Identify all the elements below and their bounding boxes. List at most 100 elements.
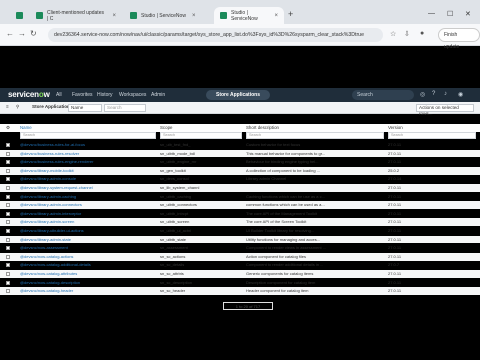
row-name-link[interactable]: @devsnc/library-admin-screen (20, 218, 156, 226)
table-row[interactable]: @devsnc/business-rules-engine-renderer sn… (0, 158, 480, 166)
table-row[interactable]: @devsnc/library-admin-console sn_devs_con… (0, 175, 480, 183)
pagination[interactable]: 1 to 20 of 717 (223, 302, 273, 310)
row-name-link[interactable]: @devsnc/business-rules-resolver (20, 150, 156, 158)
hamburger-icon[interactable]: ≡ (6, 104, 9, 109)
nav-history[interactable]: History (97, 92, 113, 98)
forward-icon[interactable]: → (18, 29, 26, 38)
reload-icon[interactable]: ↻ (30, 29, 37, 38)
row-checkbox[interactable] (6, 237, 10, 242)
table-row[interactable]: @devsnc/now-catalog-actions sn_sc_actions… (0, 252, 480, 261)
row-name-link[interactable]: @devsnc/library-mobile-toolkit (20, 167, 156, 175)
row-checkbox[interactable] (6, 177, 10, 182)
row-checkbox[interactable] (6, 272, 10, 276)
row-name-link[interactable]: @devsnc/business-rules-engine-renderer (20, 158, 156, 166)
avatar[interactable]: ◉ (458, 91, 463, 98)
row-name-link[interactable]: @devsnc/library-admin-console (20, 175, 156, 183)
table-row[interactable]: @devsnc/now-assessment sn_assessment Compo… (0, 244, 480, 252)
table-row[interactable]: @devsnc/library-admin-screen sn_uibtb_scr… (0, 218, 480, 227)
table-row[interactable]: @devsnc/business-rules-for-ai-focus sn_ui… (0, 141, 480, 149)
filter-icon[interactable]: ⚲ (16, 104, 19, 110)
row-checkbox[interactable] (6, 229, 10, 233)
column-scope[interactable]: Scope (160, 124, 172, 132)
maximize-icon[interactable]: ☐ (447, 10, 453, 18)
table-row[interactable]: @devsnc/library-uibuilder-ui-actions sn_u… (0, 227, 480, 235)
row-version: 27.0.11 (388, 202, 402, 208)
row-name-link[interactable]: @devsnc/library-admin-state (20, 236, 156, 244)
row-name-link[interactable]: @devsnc/library-system-request-channel (20, 184, 156, 192)
table-row[interactable]: @devsnc/now-catalog-description sn_sc_des… (0, 279, 480, 287)
table-row[interactable]: @devsnc/library-mobile-toolkit sn_gen_too… (0, 166, 480, 175)
table-row[interactable]: @devsnc/business-rules-resolver sn_uibtb_… (0, 149, 480, 158)
name-search-input[interactable]: Search (20, 132, 156, 139)
bell-icon[interactable]: ♪ (444, 91, 447, 97)
actions-select[interactable]: Actions on selected rows... (416, 104, 474, 116)
row-checkbox[interactable] (6, 220, 10, 225)
table-row[interactable]: @devsnc/now-catalog-header sn_sc_header He… (0, 287, 480, 295)
row-checkbox[interactable] (6, 280, 10, 285)
row-checkbox[interactable] (6, 254, 10, 259)
row-name-link[interactable]: @devsnc/library-uibuilder-ui-actions (20, 227, 156, 235)
row-checkbox[interactable] (6, 289, 10, 294)
profile-icon[interactable]: ● (420, 30, 424, 37)
row-checkbox[interactable] (6, 151, 10, 156)
list-search-input[interactable]: Search (104, 104, 146, 112)
column-version[interactable]: Version (388, 124, 403, 132)
nav-workspaces[interactable]: Workspaces (119, 92, 146, 98)
minimize-icon[interactable]: — (428, 10, 435, 17)
row-checkbox[interactable] (6, 160, 10, 165)
table-row[interactable]: @devsnc/now-catalog-additional-details sn… (0, 261, 480, 269)
description-search-input[interactable]: Search (246, 132, 384, 139)
help-icon[interactable]: ? (432, 91, 435, 97)
column-short-description[interactable]: Short description (246, 124, 279, 132)
downloads-icon[interactable]: ⇩ (404, 30, 410, 38)
row-checkbox[interactable] (6, 246, 10, 251)
table-row[interactable]: @devsnc/library-admin-state sn_uibtb_stat… (0, 235, 480, 244)
table-row[interactable]: @devsnc/library-admin-connectors sn_uibtb… (0, 201, 480, 209)
row-name-link[interactable]: @devsnc/now-catalog-header (20, 287, 156, 295)
row-name-link[interactable]: @devsnc/now-assessment (20, 244, 156, 252)
close-icon[interactable]: × (274, 13, 278, 19)
back-icon[interactable]: ← (6, 29, 14, 38)
extensions-icon[interactable]: ☆ (390, 30, 396, 38)
browser-tab-2[interactable]: Studio | ServiceNow × (124, 7, 216, 24)
row-name-link[interactable]: @devsnc/now-catalog-description (20, 279, 156, 287)
nav-admin[interactable]: Admin (151, 92, 165, 98)
close-icon[interactable]: × (192, 13, 196, 19)
row-checkbox[interactable] (6, 211, 10, 216)
row-name-link[interactable]: @devsnc/now-catalog-actions (20, 253, 156, 261)
version-search-input[interactable]: Search (388, 132, 476, 139)
search-field-select[interactable]: Name (68, 104, 102, 112)
row-name-link[interactable]: @devsnc/now-catalog-additional-details (20, 261, 156, 269)
row-name-link[interactable]: @devsnc/library-admin-connectors (20, 201, 156, 209)
browser-tab-3[interactable]: Studio | ServiceNow × (214, 7, 284, 24)
table-row[interactable]: @devsnc/library-admin-caching sn_uibtb_ca… (0, 193, 480, 201)
row-checkbox[interactable] (6, 194, 10, 199)
table-row[interactable]: @devsnc/library-admin-interceptor sn_uibt… (0, 210, 480, 218)
row-checkbox[interactable] (6, 203, 10, 208)
global-search-input[interactable]: Search (352, 90, 414, 100)
nav-favorites[interactable]: Favorites (72, 92, 93, 98)
column-name[interactable]: Name (20, 124, 32, 132)
close-window-icon[interactable]: ✕ (465, 10, 471, 18)
row-name-link[interactable]: @devsnc/business-rules-for-ai-focus (20, 141, 156, 149)
scope-search-input[interactable]: Search (160, 132, 242, 139)
nav-all[interactable]: All (56, 92, 62, 98)
row-name-link[interactable]: @devsnc/library-admin-interceptor (20, 210, 156, 218)
table-row[interactable]: @devsnc/now-catalog-attributes sn_sc_attr… (0, 270, 480, 278)
row-checkbox[interactable] (6, 263, 10, 268)
close-icon[interactable]: × (112, 13, 116, 19)
row-name-link[interactable]: @devsnc/library-admin-caching (20, 193, 156, 201)
globe-icon[interactable]: ◎ (420, 91, 425, 98)
row-checkbox[interactable] (6, 168, 10, 173)
url-field[interactable]: dev236364.service-now.com/now/nav/ui/cla… (48, 28, 383, 42)
app-title-pill[interactable]: Store Applications (206, 90, 270, 100)
finish-update-button[interactable]: Finish update (438, 28, 480, 50)
row-checkbox[interactable] (6, 143, 10, 147)
gear-icon[interactable]: ⚙ (6, 124, 10, 132)
row-checkbox[interactable] (6, 186, 10, 190)
servicenow-logo[interactable]: servicenow (8, 90, 50, 99)
row-name-link[interactable]: @devsnc/now-catalog-attributes (20, 270, 156, 278)
table-row[interactable]: @devsnc/library-system-request-channel sn… (0, 184, 480, 192)
new-tab-button[interactable]: + (288, 9, 293, 19)
browser-tab-1[interactable]: Client-mentioned updates | C × (30, 7, 122, 24)
